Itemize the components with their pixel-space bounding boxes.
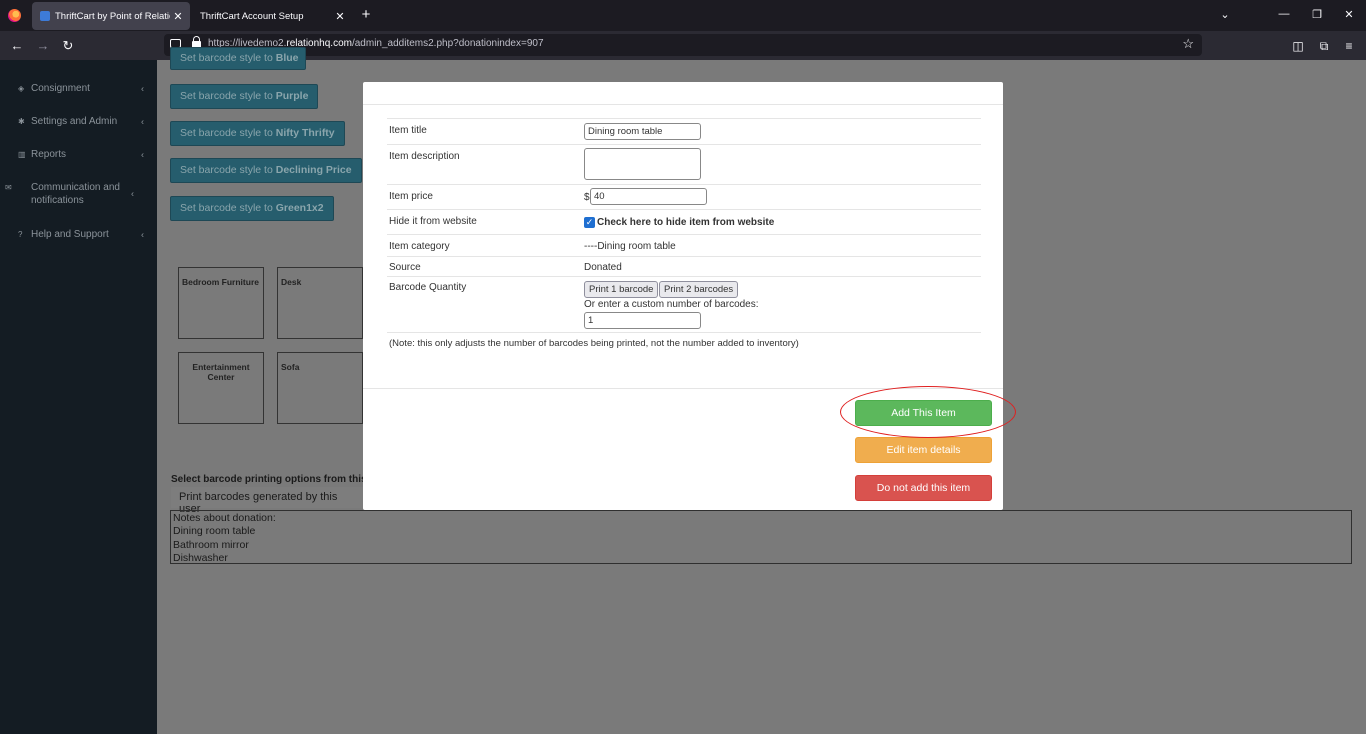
tab-label: ThriftCart Account Setup — [200, 10, 304, 22]
gear-icon: ✱ — [18, 117, 25, 126]
hide-from-website-row: Hide it from website ✓ Check here to hid… — [387, 209, 981, 234]
item-description-label: Item description — [389, 151, 460, 162]
close-window-icon[interactable]: ✕ — [1342, 8, 1356, 21]
barcode-printing-options-select[interactable]: Print barcodes generated by this user — [171, 487, 366, 515]
tab-label: ThriftCart by Point of Relation — [55, 10, 170, 22]
sidebar-item-label: Settings and Admin — [31, 116, 118, 127]
menu-hamburger-icon[interactable]: ≡ — [1341, 38, 1357, 54]
list-all-tabs-chevron-icon[interactable]: ⌄ — [1218, 8, 1232, 21]
chevron-left-icon: ‹ — [141, 83, 144, 93]
item-category-value: ----Dining room table — [584, 241, 676, 252]
barcode-printing-options-label: Select barcode printing options from thi… — [171, 474, 375, 485]
category-label: Desk — [281, 277, 302, 287]
sidebar-item-consignment[interactable]: ◈ Consignment ‹ — [18, 82, 146, 95]
sidebar-item-label: Communication and notifications — [31, 182, 120, 206]
note-row: (Note: this only adjusts the number of b… — [387, 332, 981, 352]
modal-header — [363, 82, 1003, 105]
add-item-modal: Item title Dining room table Item descri… — [363, 82, 1003, 510]
category-box-bedroom-furniture[interactable]: Bedroom Furniture — [178, 267, 264, 339]
donation-notes: Notes about donation: Dining room table … — [170, 510, 1352, 564]
extensions-puzzle-icon[interactable]: ⧉ — [1316, 38, 1332, 54]
sidebar-item-settings-and-admin[interactable]: ✱ Settings and Admin ‹ — [18, 115, 146, 128]
set-barcode-style-purple-button[interactable]: Set barcode style to Purple — [170, 84, 319, 109]
item-category-row: Item category ----Dining room table — [387, 234, 981, 256]
hide-from-website-checkbox-label[interactable]: Check here to hide item from website — [597, 217, 774, 228]
category-box-sofa[interactable]: Sofa — [277, 352, 363, 424]
chevron-left-icon: ‹ — [141, 149, 144, 159]
envelope-icon: ✉ — [5, 183, 12, 192]
sidebar-item-label: Help and Support — [31, 229, 109, 240]
item-title-label: Item title — [389, 125, 427, 136]
category-label: Bedroom Furniture — [182, 277, 259, 287]
barcode-quantity-row: Barcode Quantity Print 1 barcode Print 2… — [387, 276, 981, 332]
set-barcode-style-nifty-thrifty-button[interactable]: Set barcode style to Nifty Thrifty — [170, 121, 345, 146]
custom-barcode-count-label: Or enter a custom number of barcodes: — [584, 299, 759, 310]
notes-line: Bathroom mirror — [173, 538, 249, 551]
set-barcode-style-green1x2-button[interactable]: Set barcode style to Green1x2 — [170, 196, 334, 221]
question-circle-icon: ? — [18, 230, 23, 239]
sidebar-item-label: Reports — [31, 149, 67, 160]
sidebar-item-communication[interactable]: ✉ Communication and notifications ‹ — [5, 181, 146, 207]
barcode-quantity-note: (Note: this only adjusts the number of b… — [389, 338, 799, 349]
notes-line: Dishwasher — [173, 551, 228, 564]
source-label: Source — [389, 262, 421, 273]
item-category-label: Item category — [389, 241, 450, 252]
source-row: Source Donated — [387, 256, 981, 276]
chevron-left-icon: ‹ — [141, 229, 144, 239]
tab-thriftcart-account-setup[interactable]: ThriftCart Account Setup ✕ — [192, 2, 352, 30]
address-bar[interactable]: https://livedemo2.relationhq.com/admin_a… — [164, 34, 1202, 56]
item-price-input[interactable]: 40 — [590, 188, 707, 205]
item-title-input[interactable]: Dining room table — [584, 123, 701, 140]
print-1-barcode-button[interactable]: Print 1 barcode — [584, 281, 659, 298]
hide-from-website-checkbox[interactable]: ✓ — [584, 217, 595, 228]
tab-close-icon[interactable]: ✕ — [170, 10, 186, 23]
currency-symbol: $ — [584, 192, 590, 203]
sidebar-item-help-and-support[interactable]: ? Help and Support ‹ — [18, 228, 146, 241]
highlight-annotation-ellipse — [840, 386, 1016, 438]
category-box-entertainment-center[interactable]: Entertainment Center — [178, 352, 264, 424]
firefox-logo-icon[interactable] — [8, 9, 21, 22]
chevron-left-icon: ‹ — [141, 116, 144, 126]
pocket-icon[interactable]: ◫ — [1290, 38, 1306, 54]
forward-arrow-icon[interactable]: → — [35, 38, 51, 54]
item-description-row: Item description — [387, 144, 981, 184]
source-value: Donated — [584, 262, 622, 273]
barcode-quantity-label: Barcode Quantity — [389, 282, 467, 293]
item-title-row: Item title Dining room table — [387, 118, 981, 144]
bookmark-star-icon[interactable]: ☆ — [1182, 36, 1194, 52]
sidebar-item-label: Consignment — [31, 83, 90, 94]
tags-icon: ◈ — [18, 84, 25, 93]
sidebar-item-reports[interactable]: ▥ Reports ‹ — [18, 148, 146, 161]
back-arrow-icon[interactable]: ← — [9, 38, 25, 54]
tab-thriftcart-point-of-relation[interactable]: ThriftCart by Point of Relation ✕ — [32, 2, 190, 30]
browser-tab-bar: ThriftCart by Point of Relation ✕ Thrift… — [0, 0, 1366, 31]
item-description-textarea[interactable] — [584, 148, 701, 180]
new-tab-plus-icon[interactable]: + — [358, 6, 374, 24]
minimize-icon[interactable]: — — [1277, 8, 1291, 20]
do-not-add-item-button[interactable]: Do not add this item — [855, 475, 992, 501]
bar-chart-icon: ▥ — [18, 150, 26, 159]
set-barcode-style-blue-button[interactable]: Set barcode style to Blue — [170, 47, 306, 70]
restore-icon[interactable]: ❐ — [1310, 8, 1324, 21]
notes-line: Dining room table — [173, 525, 256, 538]
category-label: Sofa — [281, 362, 300, 372]
item-details-form: Item title Dining room table Item descri… — [387, 118, 981, 352]
category-box-desk[interactable]: Desk — [277, 267, 363, 339]
print-2-barcodes-button[interactable]: Print 2 barcodes — [659, 281, 739, 298]
notes-line: Notes about donation: — [173, 512, 276, 524]
custom-barcode-count-input[interactable]: 1 — [584, 312, 701, 329]
edit-item-details-button[interactable]: Edit item details — [855, 437, 992, 463]
set-barcode-style-declining-price-button[interactable]: Set barcode style to Declining Price — [170, 158, 362, 183]
admin-sidebar: ◈ Consignment ‹ ✱ Settings and Admin ‹ ▥ Re… — [0, 60, 157, 734]
thriftcart-favicon-icon — [40, 11, 50, 21]
hide-from-website-label: Hide it from website — [389, 216, 477, 227]
tab-close-icon[interactable]: ✕ — [332, 10, 348, 23]
category-label: Entertainment Center — [192, 362, 250, 382]
item-price-label: Item price — [389, 191, 433, 202]
item-price-row: Item price $ 40 — [387, 184, 981, 209]
reload-icon[interactable]: ↻ — [60, 38, 76, 54]
